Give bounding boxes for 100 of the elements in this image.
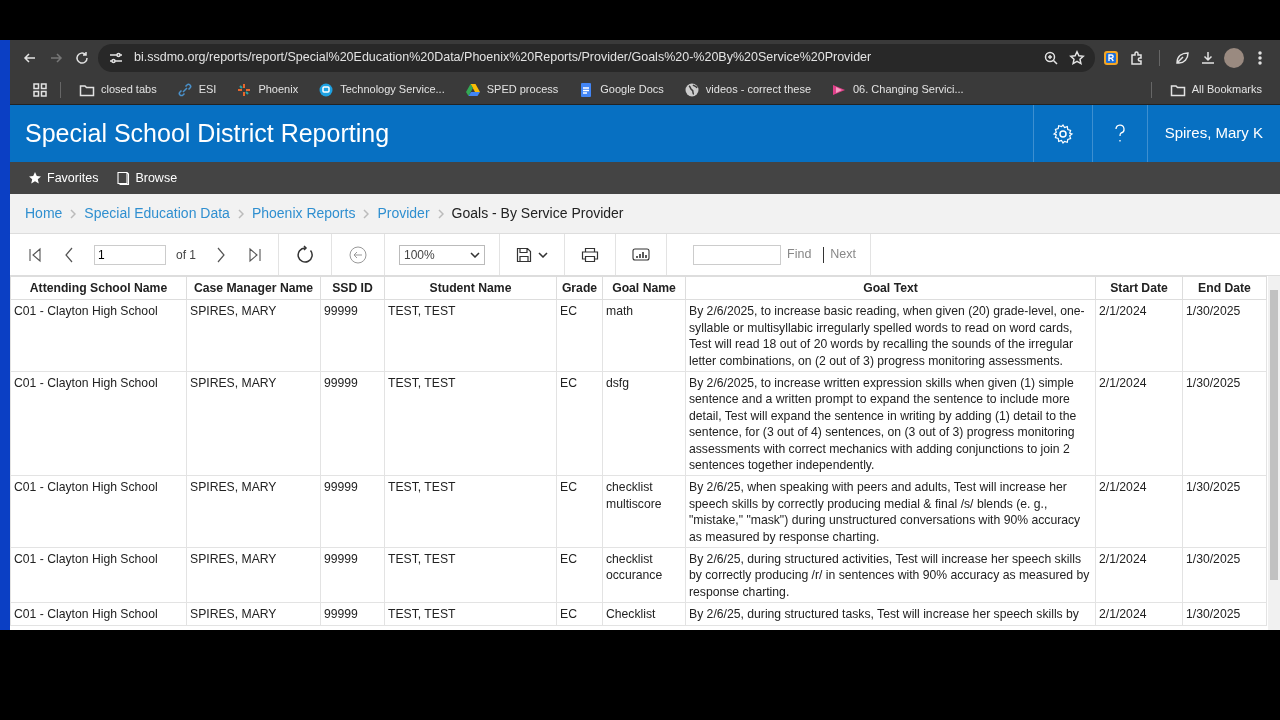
bookmark[interactable]: 06. Changing Servici...	[823, 79, 972, 100]
table-cell: checklist occurance	[602, 547, 686, 603]
table-cell: 99999	[320, 371, 385, 476]
table-cell: math	[602, 299, 686, 372]
save-icon	[516, 246, 532, 263]
page-number-field[interactable]: 1	[94, 244, 166, 265]
bookmark[interactable]: SPED process	[456, 79, 567, 100]
caret-icon	[538, 251, 548, 258]
bookmark[interactable]: Phoenix	[228, 79, 307, 100]
table-cell: By 2/6/2025, to increase basic reading, when given (20) grade-level, one-syllable or multisyllabic irregularly spelled words to read on word cards, Test will read 18 out of 20 words by recalling the sounds of the irregular letter combinations, on (2 out of 3) progress monitoring assessments.	[685, 299, 1096, 372]
table-cell: dsfg	[602, 371, 686, 476]
table-cell: TEST, TEST	[384, 371, 557, 476]
bar-chart-icon	[632, 247, 650, 262]
chevron-right-icon	[216, 246, 226, 263]
column-header[interactable]: Grade	[556, 276, 603, 300]
table-cell: 1/30/2025	[1182, 299, 1267, 372]
table-cell: 1/30/2025	[1182, 475, 1267, 548]
help-icon	[1112, 122, 1127, 145]
chevron-icon	[70, 208, 77, 219]
data-feed-button[interactable]	[630, 245, 652, 264]
triangle-icon	[464, 81, 481, 98]
refresh-icon	[295, 244, 315, 265]
app-title: Special School District Reporting	[24, 117, 391, 149]
table-cell: 99999	[320, 547, 385, 603]
table-cell: 99999	[320, 299, 385, 372]
table-cell: C01 - Clayton High School	[10, 475, 187, 548]
table-cell: 1/30/2025	[1182, 547, 1267, 603]
column-header[interactable]: Case Manager Name	[186, 276, 321, 300]
puzzle-icon	[1129, 49, 1145, 66]
table-cell: EC	[556, 475, 603, 548]
table-cell: By 2/6/25, during structured tasks, Test will increase her speech skills by	[685, 602, 1096, 626]
table-cell: SPIRES, MARY	[186, 547, 321, 603]
grid-icon	[32, 81, 48, 98]
profile-avatar[interactable]	[1224, 47, 1244, 68]
chain-link-icon	[176, 81, 193, 98]
table-cell: C01 - Clayton High School	[10, 299, 187, 372]
back-circle-icon	[348, 244, 368, 265]
column-header[interactable]: Goal Name	[602, 276, 686, 300]
table-cell: TEST, TEST	[384, 547, 557, 603]
bookmark[interactable]: ESI	[168, 79, 225, 100]
bookmark[interactable]: Technology Service...	[310, 79, 453, 100]
column-header[interactable]: Goal Text	[685, 276, 1096, 300]
table-cell: By 2/6/25, during structured activities, Test will increase her speech skills by correctly producing /r/ in sentences with 90% accuracy as measured by response charting.	[685, 547, 1096, 603]
table-cell: SPIRES, MARY	[186, 299, 321, 372]
reload-icon	[74, 49, 90, 66]
spark-icon	[236, 81, 253, 98]
table-cell: C01 - Clayton High School	[10, 602, 187, 626]
zoom-icon[interactable]	[1043, 49, 1059, 66]
menu-item[interactable]: Browse	[110, 166, 184, 190]
table-cell: By 2/6/2025, to increase written expression skills when given (1) simple sentence and a written prompt to expand the sentence to include more detail, Test will expand the sentence in writing by adding (1) detail to the sentence, for (3 out of 4) sentences, on (3 out of 3) progress monitoring assessments with correct mechanics with adding conjunctions to join 2 sentences together independently.	[685, 371, 1096, 476]
table-cell: 1/30/2025	[1182, 602, 1267, 626]
table-cell: 1/30/2025	[1182, 371, 1267, 476]
letter-r-icon	[1103, 49, 1119, 66]
globe-icon	[683, 81, 700, 98]
column-header[interactable]: End Date	[1182, 276, 1267, 300]
table-cell: 2/1/2024	[1095, 602, 1183, 626]
menu-item[interactable]: Favorites	[22, 166, 105, 190]
table-cell: C01 - Clayton High School	[10, 371, 187, 476]
settings-icon	[1051, 122, 1074, 145]
column-header[interactable]: Student Name	[384, 276, 557, 300]
star-icon	[28, 171, 42, 185]
chevron-icon	[437, 208, 444, 219]
table-cell: Checklist	[602, 602, 686, 626]
scrollbar[interactable]	[1268, 276, 1280, 630]
star-icon[interactable]	[1069, 49, 1085, 66]
page-count: of 1	[176, 246, 196, 264]
last-page-icon	[248, 246, 262, 263]
address-bar[interactable]: bi.ssdmo.org/reports/report/Special%20Education%20Data/Phoenix%20Reports/Provider/Goals%20-%20By%20Service%20Provider	[98, 43, 1095, 72]
table-cell: EC	[556, 547, 603, 603]
bookmark[interactable]: Google Docs	[570, 79, 672, 100]
table-cell: SPIRES, MARY	[186, 602, 321, 626]
table-cell: 2/1/2024	[1095, 371, 1183, 476]
bookmark[interactable]: closed tabs	[71, 79, 165, 100]
bookmark-folder[interactable]: All Bookmarks	[1161, 79, 1270, 100]
table-cell: EC	[556, 371, 603, 476]
column-header[interactable]: SSD ID	[320, 276, 385, 300]
bookmark[interactable]: videos - correct these	[675, 79, 819, 100]
find-field[interactable]	[693, 244, 781, 265]
column-header[interactable]: Start Date	[1095, 276, 1183, 300]
caret-icon	[470, 251, 480, 258]
circle-icon	[318, 81, 335, 98]
chevron-left-icon	[64, 246, 74, 263]
printer-icon	[581, 246, 599, 263]
zoom-dropdown[interactable]: 100%	[399, 244, 485, 265]
chevron-icon	[237, 208, 244, 219]
table-cell: EC	[556, 602, 603, 626]
column-header[interactable]: Attending School Name	[10, 276, 187, 300]
table-cell: By 2/6/25, when speaking with peers and adults, Test will increase her speech skills by correctly producing medial & final /s/ blends (e. g., "mistake," "mask") during unstructured conversations with 90% accuracy as measured by response charting.	[685, 475, 1096, 548]
chevron-icon	[363, 208, 370, 219]
table-cell: SPIRES, MARY	[186, 371, 321, 476]
table-cell: EC	[556, 299, 603, 372]
table-cell: 2/1/2024	[1095, 547, 1183, 603]
table-cell: C01 - Clayton High School	[10, 547, 187, 603]
table-cell: 99999	[320, 602, 385, 626]
leaf-icon	[1174, 49, 1190, 66]
table-cell: TEST, TEST	[384, 299, 557, 372]
table-cell: TEST, TEST	[384, 602, 557, 626]
first-page-icon	[28, 246, 42, 263]
table-cell: TEST, TEST	[384, 475, 557, 548]
table-cell: 2/1/2024	[1095, 299, 1183, 372]
